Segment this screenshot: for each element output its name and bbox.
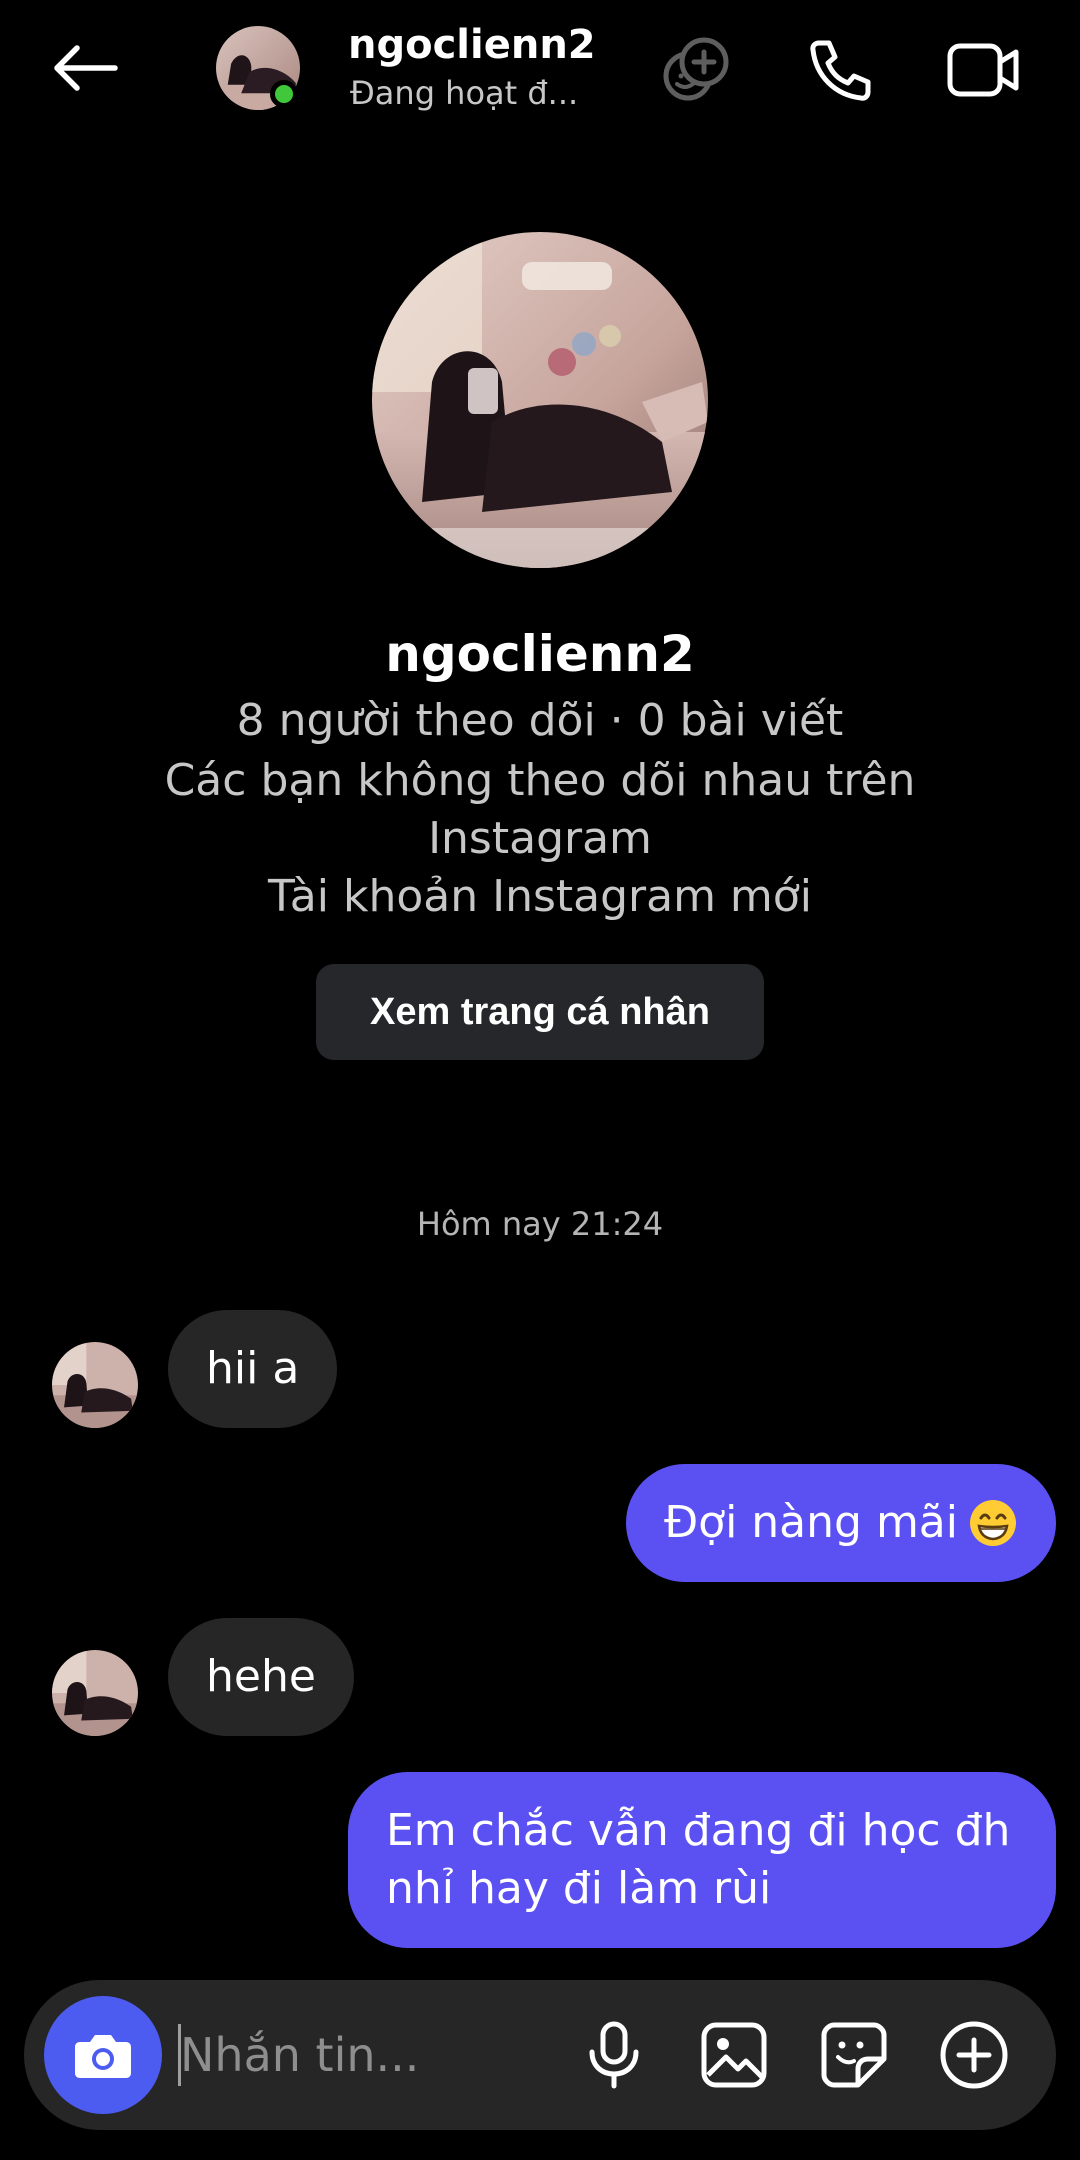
video-call-button[interactable] xyxy=(944,30,1024,110)
conversation-timestamp: Hôm nay 21:24 xyxy=(416,1205,664,1243)
camera-icon xyxy=(75,2035,131,2078)
gallery-button[interactable] xyxy=(694,2015,774,2095)
camera-button[interactable] xyxy=(44,1996,162,2114)
more-options-button[interactable] xyxy=(934,2015,1014,2095)
message-sender-avatar[interactable] xyxy=(52,1342,138,1428)
voice-message-button[interactable] xyxy=(574,2015,654,2095)
effects-button[interactable] xyxy=(656,30,736,110)
call-button[interactable] xyxy=(800,30,880,110)
message-incoming[interactable]: hii a xyxy=(168,1310,338,1428)
chat-header: ngoclienn2 Đang hoạt đ... xyxy=(0,0,1080,150)
sticker-button[interactable] xyxy=(814,2015,894,2095)
header-username[interactable]: ngoclienn2 xyxy=(348,20,596,70)
view-profile-button[interactable]: Xem trang cá nhân xyxy=(316,964,764,1060)
message-text: Em chắc vẫn đang đi học đh nhỉ hay đi là… xyxy=(386,1805,1011,1914)
avatar-photo xyxy=(52,1342,138,1428)
profile-photo xyxy=(372,232,708,568)
message-outgoing[interactable]: Em chắc vẫn đang đi học đh nhỉ hay đi là… xyxy=(348,1772,1056,1948)
message-composer xyxy=(24,1980,1056,2130)
message-input[interactable] xyxy=(180,2020,580,2090)
message-text: Đợi nàng mãi xyxy=(664,1497,958,1548)
message-outgoing[interactable]: Đợi nàng mãi xyxy=(626,1464,1056,1582)
message-text: hehe xyxy=(206,1651,316,1702)
profile-new-account-note: Tài khoản Instagram mới xyxy=(268,871,812,922)
microphone-icon xyxy=(589,2021,639,2089)
profile-avatar[interactable] xyxy=(372,232,708,568)
video-camera-icon xyxy=(947,43,1019,97)
profile-stats: 8 người theo dõi · 0 bài viết xyxy=(236,695,844,746)
header-active-status: Đang hoạt đ... xyxy=(350,74,579,112)
online-status-dot xyxy=(270,80,298,108)
message-sender-avatar[interactable] xyxy=(52,1650,138,1736)
grinning-face-emoji-icon xyxy=(970,1500,1016,1546)
phone-icon xyxy=(810,40,871,101)
effects-icon xyxy=(663,37,729,101)
sticker-icon xyxy=(821,2022,887,2088)
plus-circle-icon xyxy=(940,2021,1008,2089)
arrow-left-icon xyxy=(54,45,118,91)
profile-username: ngoclienn2 xyxy=(385,625,695,683)
avatar-photo xyxy=(52,1650,138,1736)
profile-follow-note: Các bạn không theo dõi nhau trên Instagr… xyxy=(164,755,916,864)
image-icon xyxy=(701,2022,767,2088)
message-text: hii a xyxy=(206,1343,300,1394)
back-button[interactable] xyxy=(40,28,128,108)
message-incoming[interactable]: hehe xyxy=(168,1618,354,1736)
